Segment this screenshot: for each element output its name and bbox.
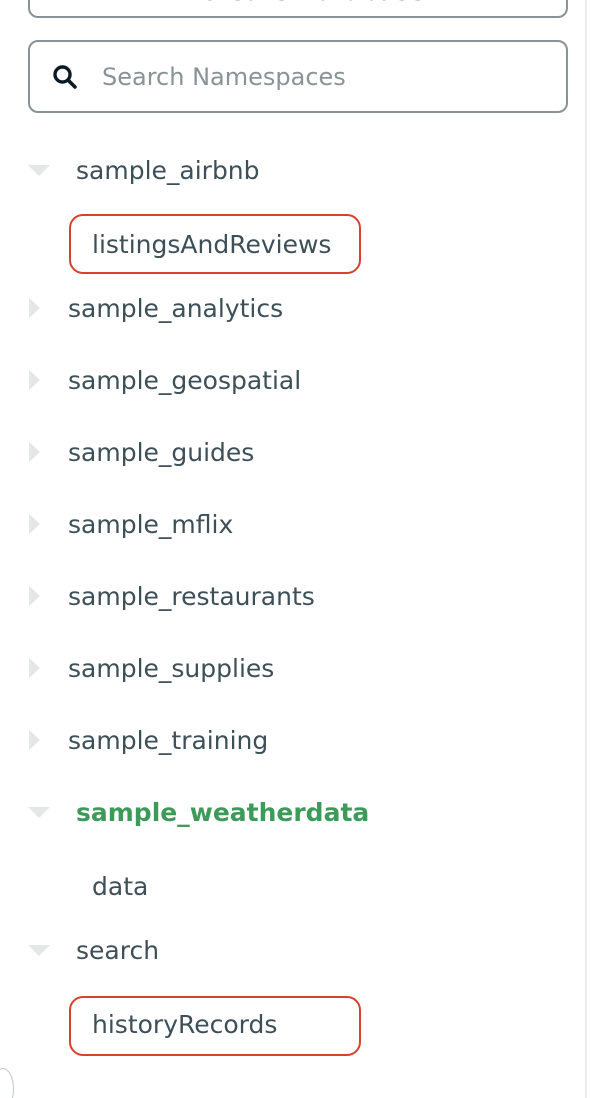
caret-right-icon[interactable] [29,298,40,318]
database-item-sample-mflix[interactable]: sample_mflix [0,500,580,548]
database-label: sample_analytics [68,293,284,323]
database-label: sample_airbnb [76,155,260,185]
search-icon [53,64,77,89]
collection-item-data[interactable]: data [0,862,580,910]
caret-right-icon[interactable] [29,514,40,534]
collection-label: listingsAndReviews [92,229,332,259]
collection-label: data [92,871,149,901]
caret-down-icon[interactable] [28,164,50,176]
database-item-sample-training[interactable]: sample_training [0,716,580,764]
collection-item-listingsandreviews[interactable]: listingsAndReviews [0,220,580,268]
search-namespaces-input[interactable] [102,62,522,91]
database-label: sample_guides [68,437,255,467]
caret-right-icon[interactable] [29,730,40,750]
database-label: sample_training [68,725,269,755]
database-item-search[interactable]: search [0,926,580,974]
database-label: sample_geospatial [68,365,302,395]
collection-label: historyRecords [92,1009,278,1039]
search-namespaces-box[interactable] [28,40,568,113]
database-label-active: sample_weatherdata [76,797,370,827]
collection-item-historyrecords[interactable]: historyRecords [0,1000,580,1048]
caret-right-icon[interactable] [29,658,40,678]
create-database-button[interactable]: + Create Database [28,0,568,18]
caret-right-icon[interactable] [29,370,40,390]
database-label: search [76,935,160,965]
database-item-sample-analytics[interactable]: sample_analytics [0,284,580,332]
database-item-sample-guides[interactable]: sample_guides [0,428,580,476]
database-item-sample-weatherdata[interactable]: sample_weatherdata [0,788,580,836]
namespace-sidebar: + Create Database sample_airbnb listings… [0,0,587,1098]
caret-down-icon[interactable] [28,806,50,818]
database-item-sample-supplies[interactable]: sample_supplies [0,644,580,692]
database-item-sample-restaurants[interactable]: sample_restaurants [0,572,580,620]
database-item-sample-geospatial[interactable]: sample_geospatial [0,356,580,404]
database-label: sample_supplies [68,653,275,683]
caret-right-icon[interactable] [29,586,40,606]
database-item-sample-airbnb[interactable]: sample_airbnb [0,146,580,194]
database-label: sample_mflix [68,509,234,539]
database-label: sample_restaurants [68,581,315,611]
scroll-edge-decoration [0,1068,14,1098]
caret-down-icon[interactable] [28,944,50,956]
caret-right-icon[interactable] [29,442,40,462]
